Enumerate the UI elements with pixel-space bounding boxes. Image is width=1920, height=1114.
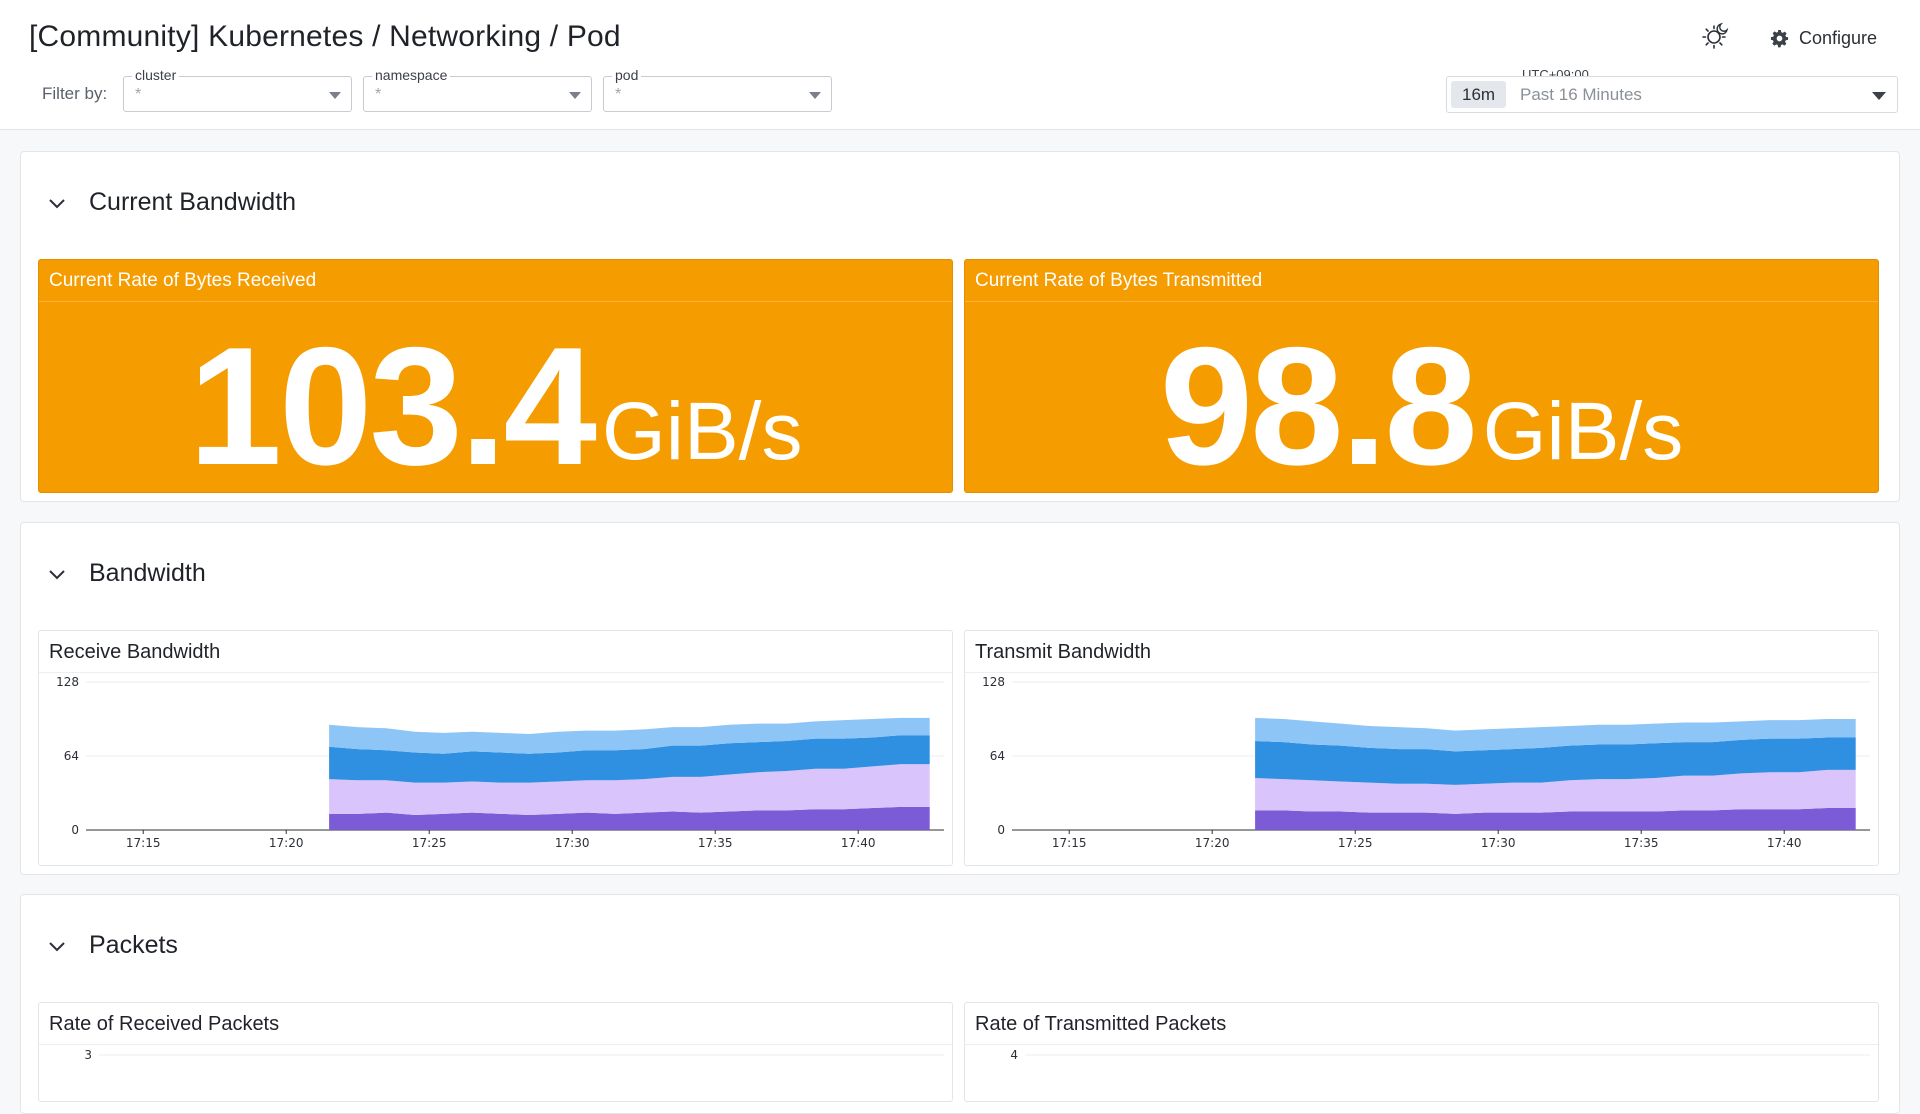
x-tick-label: 17:20 — [1195, 836, 1230, 850]
time-range-short-badge: 16m — [1451, 81, 1507, 108]
x-tick-label: 17:25 — [412, 836, 447, 850]
section-bandwidth: Bandwidth Receive Bandwidth 0 64 128 17:15 1… — [20, 522, 1900, 875]
stat-card-title: Current Rate of Bytes Received — [39, 260, 952, 302]
section-header-current-bandwidth[interactable]: Current Bandwidth — [47, 188, 296, 217]
stat-value: 103.4 GiB/s — [39, 312, 952, 493]
dashboard-header: [Community] Kubernetes / Networking / Po… — [0, 0, 1920, 130]
x-tick-label: 17:40 — [1767, 836, 1802, 850]
x-tick-label: 17:35 — [1624, 836, 1659, 850]
configure-label: Configure — [1799, 27, 1878, 48]
pod-filter-value: * — [615, 86, 622, 103]
y-tick-label: 0 — [71, 823, 79, 837]
chevron-down-icon — [809, 92, 821, 99]
stat-number: 103.4 — [188, 312, 597, 493]
namespace-filter-select[interactable]: namespace * — [363, 66, 592, 112]
section-header-bandwidth[interactable]: Bandwidth — [47, 559, 206, 588]
chart-title: Rate of Transmitted Packets — [965, 1003, 1878, 1045]
receive-bandwidth-chart[interactable]: 0 64 128 17:15 17:20 17:25 17:30 17:35 17:40 — [39, 673, 953, 866]
namespace-filter-label: namespace — [372, 66, 451, 84]
transmit-bandwidth-chart[interactable]: 0 64 128 17:15 17:20 17:25 17:30 17:35 17:40 — [965, 673, 1879, 866]
chevron-down-icon — [569, 92, 581, 99]
x-tick-label: 17:35 — [698, 836, 733, 850]
stat-value: 98.8 GiB/s — [965, 312, 1878, 493]
transmitted-packets-chart[interactable]: 4 — [965, 1045, 1879, 1102]
y-tick-label: 128 — [982, 675, 1005, 689]
x-tick-label: 17:15 — [126, 836, 161, 850]
page-title: [Community] Kubernetes / Networking / Po… — [29, 20, 621, 53]
y-tick-label: 0 — [997, 823, 1005, 837]
received-packets-panel: Rate of Received Packets 3 — [38, 1002, 953, 1102]
namespace-filter-value: * — [375, 86, 382, 103]
stat-unit: GiB/s — [1482, 386, 1684, 477]
section-current-bandwidth: Current Bandwidth Current Rate of Bytes … — [20, 151, 1900, 502]
y-tick-label: 4 — [1010, 1048, 1018, 1062]
section-header-packets[interactable]: Packets — [47, 931, 178, 960]
x-tick-label: 17:30 — [555, 836, 590, 850]
cluster-filter-label: cluster — [132, 66, 180, 84]
x-tick-label: 17:30 — [1481, 836, 1516, 850]
x-tick-label: 17:15 — [1052, 836, 1087, 850]
section-packets: Packets Rate of Received Packets 3 Rate … — [20, 894, 1900, 1114]
chart-title: Transmit Bandwidth — [965, 631, 1878, 673]
chart-title: Rate of Received Packets — [39, 1003, 952, 1045]
stat-card-bytes-received: Current Rate of Bytes Received 103.4 GiB… — [38, 259, 953, 493]
chevron-down-icon — [49, 198, 65, 208]
transmitted-packets-panel: Rate of Transmitted Packets 4 — [964, 1002, 1879, 1102]
cluster-filter-value: * — [135, 86, 142, 103]
stat-unit: GiB/s — [601, 386, 803, 477]
chevron-down-icon — [49, 569, 65, 579]
chevron-down-icon — [1872, 92, 1886, 100]
y-tick-label: 3 — [84, 1048, 92, 1062]
section-title: Packets — [89, 931, 178, 959]
transmit-bandwidth-panel: Transmit Bandwidth 0 64 128 17:15 17:20 17:25… — [964, 630, 1879, 866]
section-title: Current Bandwidth — [89, 188, 297, 216]
receive-bandwidth-panel: Receive Bandwidth 0 64 128 17:15 17:20 17:25 1… — [38, 630, 953, 866]
pod-filter-select[interactable]: pod * — [603, 66, 832, 112]
section-title: Bandwidth — [89, 559, 206, 587]
time-range-label: Past 16 Minutes — [1520, 85, 1642, 104]
filter-by-label: Filter by: — [42, 84, 108, 103]
stat-card-title: Current Rate of Bytes Transmitted — [965, 260, 1878, 302]
pod-filter-label: pod — [612, 66, 642, 84]
cluster-filter-select[interactable]: cluster * — [123, 66, 352, 112]
received-packets-chart[interactable]: 3 — [39, 1045, 953, 1102]
stat-card-bytes-transmitted: Current Rate of Bytes Transmitted 98.8 G… — [964, 259, 1879, 493]
x-tick-label: 17:40 — [841, 836, 876, 850]
chevron-down-icon — [329, 92, 341, 99]
y-tick-label: 128 — [56, 675, 79, 689]
stat-number: 98.8 — [1159, 312, 1478, 493]
chevron-down-icon — [49, 941, 65, 951]
theme-toggle-button[interactable] — [1697, 18, 1733, 54]
y-tick-label: 64 — [64, 749, 79, 763]
time-range-picker[interactable]: 16m Past 16 Minutes — [1446, 76, 1898, 113]
chart-title: Receive Bandwidth — [39, 631, 952, 673]
x-tick-label: 17:20 — [269, 836, 304, 850]
gear-icon — [1770, 29, 1789, 47]
x-tick-label: 17:25 — [1338, 836, 1373, 850]
y-tick-label: 64 — [990, 749, 1005, 763]
configure-button[interactable]: Configure — [1770, 22, 1877, 54]
sun-moon-icon — [1702, 22, 1729, 49]
